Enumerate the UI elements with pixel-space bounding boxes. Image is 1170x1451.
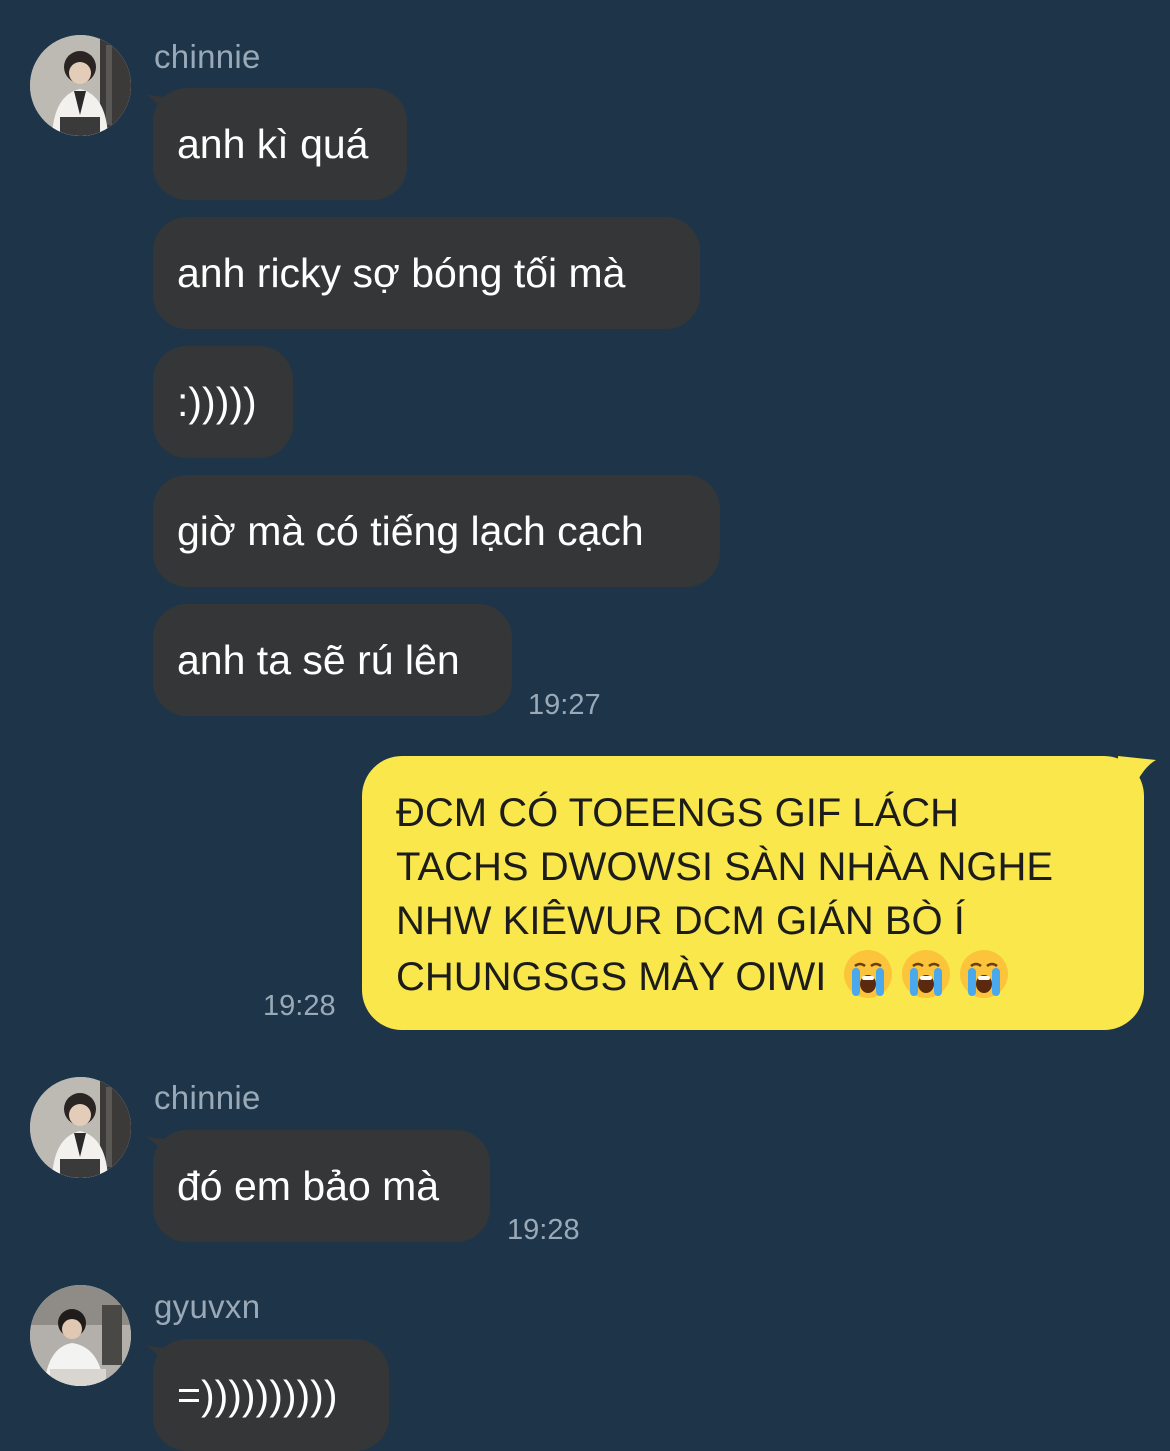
avatar-chinnie[interactable] [30,1077,131,1178]
message-line-text: CHUNGSGS MÀY OIWI [396,955,827,999]
message-bubble[interactable]: anh kì quá [153,88,407,200]
loudly-crying-face-icon [960,950,1009,998]
avatar-photo [30,1285,131,1386]
sender-name: chinnie [154,1079,261,1116]
message-line-last: CHUNGSGS MÀY OIWI [396,948,1124,1004]
avatar-chinnie[interactable] [30,35,131,136]
loudly-crying-face-icon [844,950,893,998]
loudly-crying-face-icon [902,950,951,998]
message-line: ĐCM CÓ TOEENGS GIF LÁCH [396,791,960,835]
message-bubble[interactable]: :))))) [153,346,293,458]
message-timestamp: 19:28 [507,1214,580,1246]
avatar-photo [30,1077,131,1178]
avatar-photo [30,35,131,136]
message-bubble[interactable]: giờ mà có tiếng lạch cạch [153,475,720,587]
message-line: TACHS DWOWSI SÀN NHÀA NGHE [396,845,1054,889]
sender-name: gyuvxn [154,1288,261,1325]
outgoing-message-bubble[interactable]: ĐCM CÓ TOEENGS GIF LÁCH TACHS DWOWSI SÀN… [362,756,1144,1030]
message-timestamp: 19:27 [528,689,601,721]
message-bubble[interactable]: anh ta sẽ rú lên [153,604,512,716]
message-line: NHW KIÊWUR DCM GIÁN BÒ Í [396,899,965,943]
message-bubble[interactable]: anh ricky sợ bóng tối mà [153,217,700,329]
sender-name: chinnie [154,38,261,75]
avatar-gyuvxn[interactable] [30,1285,131,1386]
message-timestamp: 19:28 [263,990,336,1022]
message-bubble[interactable]: đó em bảo mà [153,1130,490,1242]
message-bubble[interactable]: =)))))))))) [153,1339,389,1451]
